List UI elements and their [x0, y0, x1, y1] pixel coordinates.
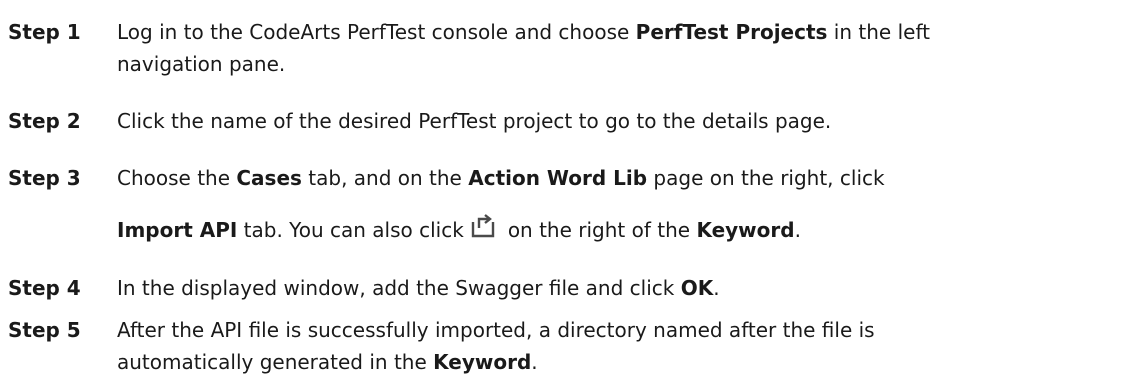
text-run: in the left: [827, 20, 930, 44]
text-run: on the right of the: [507, 218, 697, 242]
text-run: tab, and on the: [301, 166, 469, 190]
text-run: Choose the: [117, 166, 237, 190]
step-number: Step 5: [8, 318, 81, 342]
text-run: tab. You can also click: [237, 218, 464, 242]
step-line: Log in to the CodeArts PerfTest console …: [117, 16, 1142, 48]
step-number: Step 2: [8, 109, 81, 133]
bold-term: OK: [680, 276, 714, 300]
text-run: Log in to the CodeArts PerfTest console …: [117, 20, 636, 44]
text-run: automatically generated in the: [117, 350, 434, 374]
step-line: navigation pane.: [117, 48, 1142, 80]
step-line: Choose the Cases tab, and on the Action …: [117, 162, 1142, 194]
step-text: After the API file is successfully impor…: [117, 314, 1142, 378]
step-line: After the API file is successfully impor…: [117, 314, 1142, 346]
text-run: In the displayed window, add the Swagger…: [117, 276, 681, 300]
step-text: Click the name of the desired PerfTest p…: [117, 105, 1142, 137]
text-run: page on the right, click: [647, 166, 885, 190]
step-text: Log in to the CodeArts PerfTest console …: [117, 16, 1142, 80]
step-number: Step 1: [8, 20, 81, 44]
step-line: In the displayed window, add the Swagger…: [117, 272, 1142, 304]
step-number: Step 4: [8, 276, 81, 300]
step-line: Import API tab. You can also click on the…: [117, 213, 1142, 246]
bold-term: Keyword: [433, 350, 532, 374]
bold-term: Import API: [117, 218, 238, 242]
bold-term: Cases: [236, 166, 302, 190]
step-text: In the displayed window, add the Swagger…: [117, 272, 1142, 304]
bold-term: PerfTest Projects: [635, 20, 828, 44]
import-icon[interactable]: [470, 213, 496, 239]
step-number: Step 3: [8, 166, 81, 190]
step-line: Click the name of the desired PerfTest p…: [117, 105, 1142, 137]
step-line: automatically generated in the Keyword.: [117, 346, 1142, 378]
step-text: Choose the Cases tab, and on the Action …: [117, 162, 1142, 246]
text-run: navigation pane.: [117, 52, 286, 76]
bold-term: Keyword: [696, 218, 795, 242]
text-run: .: [794, 218, 801, 242]
text-run: .: [531, 350, 538, 374]
text-run: Click the name of the desired PerfTest p…: [117, 109, 832, 133]
bold-term: Action Word Lib: [468, 166, 648, 190]
text-run: After the API file is successfully impor…: [117, 318, 875, 342]
text-run: .: [713, 276, 720, 300]
